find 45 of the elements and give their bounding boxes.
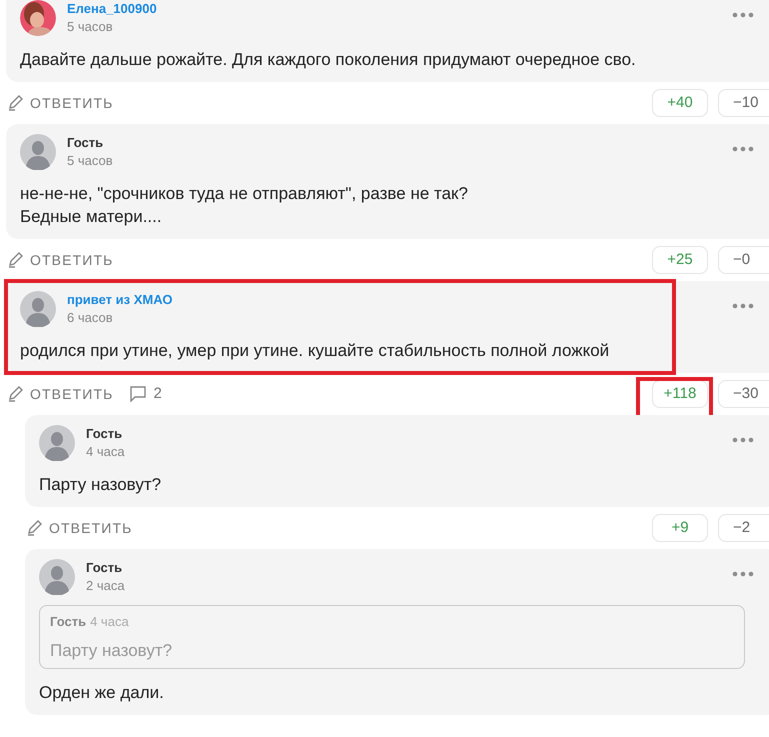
comment-text: Орден же дали. [39, 682, 165, 704]
quote-time: 4 часа [90, 613, 129, 631]
replies-button[interactable]: 2 [129, 382, 162, 406]
upvote-button[interactable]: +40 [652, 89, 708, 117]
upvote-button[interactable]: +118 [652, 380, 708, 408]
pencil-icon [8, 252, 24, 268]
downvote-button[interactable]: −10 [718, 89, 769, 117]
comment-text: родился при утине, умер при утине. кушайте стабильность полной ложкой [20, 340, 610, 362]
more-icon[interactable] [732, 437, 754, 443]
author-name[interactable]: привет из ХМАО [67, 291, 173, 309]
downvote-button[interactable]: −30 [718, 380, 769, 408]
more-icon[interactable] [732, 571, 754, 577]
upvote-button[interactable]: +9 [652, 514, 708, 542]
reply-button[interactable]: ОТВЕТИТЬ [27, 518, 132, 538]
comment-time: 5 часов [67, 18, 114, 36]
quote-author: Гость [50, 613, 86, 631]
downvote-button[interactable]: −2 [718, 514, 769, 542]
avatar-icon [20, 291, 56, 327]
reply-button[interactable]: ОТВЕТИТЬ [8, 384, 114, 404]
avatar-icon [39, 425, 75, 461]
author-name[interactable]: Елена_100900 [67, 0, 157, 18]
comment-text: Парту назовут? [39, 474, 162, 496]
pencil-icon [8, 386, 24, 402]
comment-text: Давайте дальше рожайте. Для каждого поколения придумают очередное сво. [20, 49, 637, 71]
quote-text: Парту назовут? [50, 640, 174, 662]
reply-button[interactable]: ОТВЕТИТЬ [8, 92, 114, 114]
pencil-icon [8, 95, 24, 111]
author-name: Гость [67, 134, 104, 152]
author-name: Гость [86, 559, 124, 577]
comment-text: не-не-не, "срочников туда не отправляют", разве не так? Бедные матери.... [20, 183, 469, 228]
more-icon[interactable] [732, 146, 754, 152]
downvote-button[interactable]: −0 [718, 246, 769, 274]
more-icon[interactable] [732, 303, 754, 309]
comment-time: 4 часа [86, 443, 125, 461]
avatar-icon [39, 559, 75, 595]
reply-button[interactable]: ОТВЕТИТЬ [8, 250, 114, 270]
more-icon[interactable] [732, 12, 754, 18]
upvote-button[interactable]: +25 [652, 246, 708, 274]
comment-time: 5 часов [67, 152, 113, 170]
avatar-icon [20, 134, 56, 170]
comment-time: 6 часов [67, 309, 114, 327]
comment-time: 2 часа [86, 577, 125, 595]
speech-bubble-icon [129, 386, 148, 402]
author-name: Гость [86, 425, 124, 443]
pencil-icon [27, 520, 43, 536]
